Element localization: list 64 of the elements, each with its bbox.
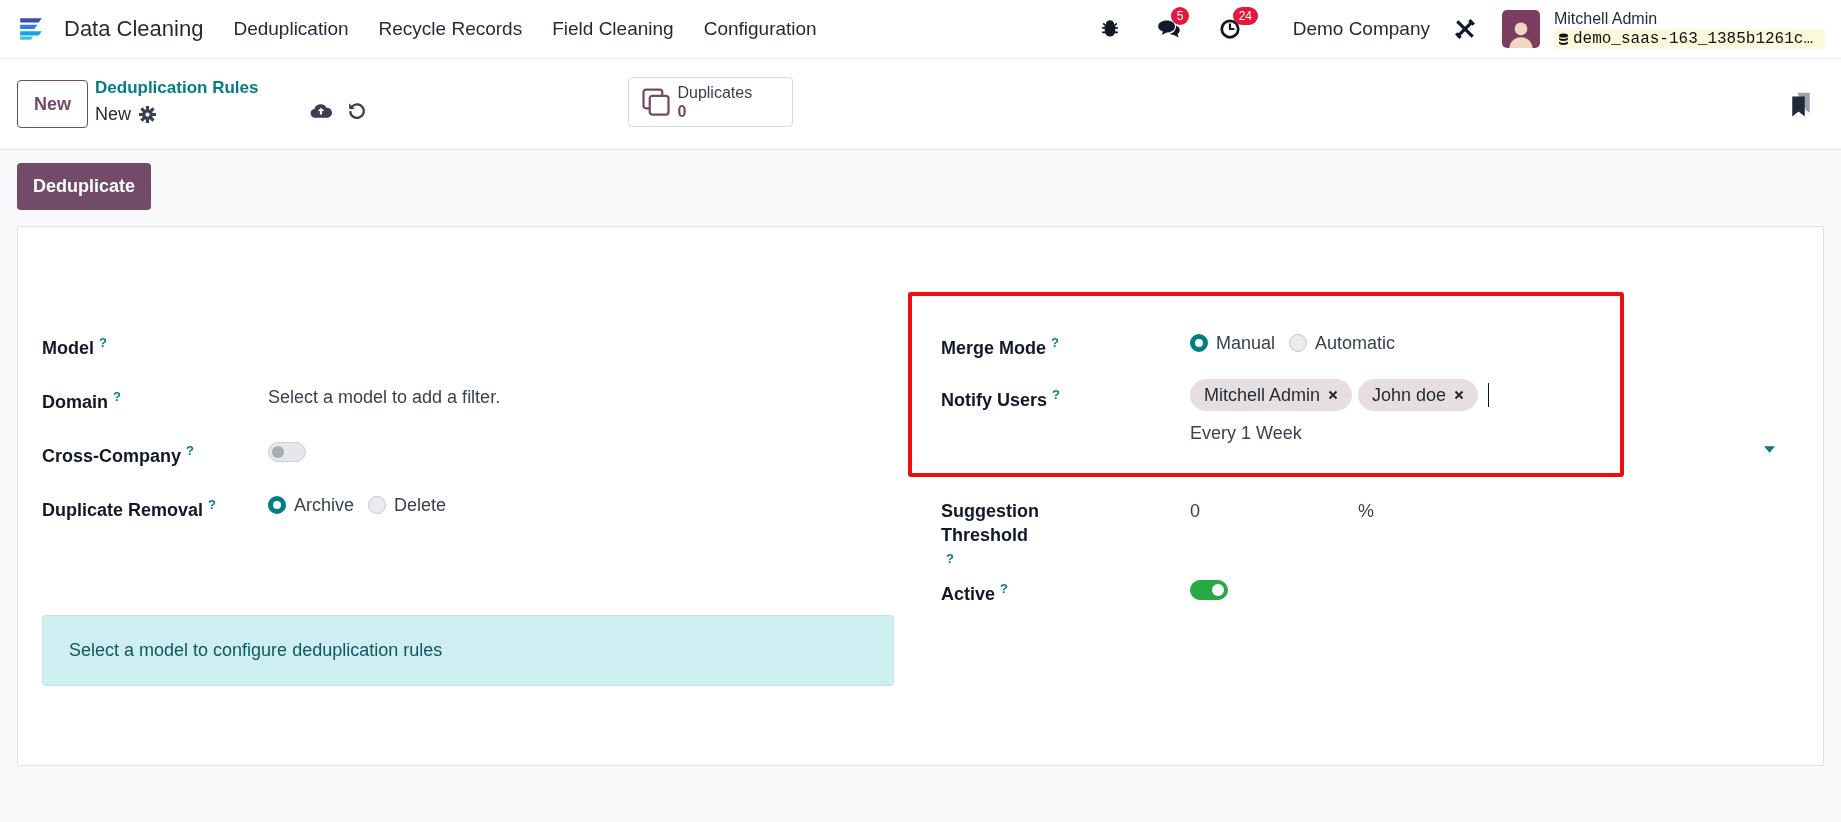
field-value: Select a model to add a filter. <box>268 387 501 407</box>
undo-icon[interactable] <box>348 101 367 119</box>
settings-icon[interactable] <box>139 105 157 123</box>
help-tooltip[interactable]: ? <box>1052 387 1060 402</box>
radio-label[interactable]: Manual <box>1216 331 1276 355</box>
dropdown-caret-icon[interactable] <box>1764 446 1775 453</box>
field-label: Suggestion Threshold <box>941 500 1040 547</box>
record-name: New <box>95 103 132 126</box>
help-tooltip[interactable]: ? <box>946 551 954 566</box>
field-label: Cross-Company <box>42 445 182 468</box>
help-tooltip[interactable]: ? <box>1000 581 1008 596</box>
help-tooltip[interactable]: ? <box>208 497 216 512</box>
app-logo-icon[interactable] <box>18 17 44 41</box>
radio-label[interactable]: Automatic <box>1315 331 1396 355</box>
breadcrumb-link[interactable]: Deduplication Rules <box>95 75 259 101</box>
toggle-switch[interactable] <box>1190 580 1228 600</box>
database-name: demo_saas-163_1385b1261c… <box>1553 29 1825 49</box>
field-label: Merge Mode <box>941 337 1046 360</box>
percent-unit: % <box>1358 500 1374 523</box>
field-label: Active <box>941 583 996 606</box>
threshold-value[interactable]: 0 <box>1190 499 1358 577</box>
menu-item[interactable]: Configuration <box>703 18 817 40</box>
user-tag: John doe <box>1358 379 1479 411</box>
field-label: Notify Users <box>941 389 1048 412</box>
radio-button[interactable] <box>1289 334 1308 352</box>
field-label: Duplicate Removal <box>42 499 204 522</box>
notification-badge: 5 <box>1170 7 1190 25</box>
help-tooltip[interactable]: ? <box>1051 335 1059 350</box>
notification-badge: 24 <box>1232 7 1259 25</box>
user-tag: Mitchell Admin <box>1190 379 1353 411</box>
text-cursor[interactable] <box>1488 383 1490 407</box>
menu-item[interactable]: Deduplication <box>233 18 349 40</box>
chat-icon[interactable] <box>1156 18 1181 40</box>
field-label: Model <box>42 337 94 360</box>
company-switcher[interactable]: Demo Company <box>1292 18 1430 40</box>
radio-button[interactable] <box>268 496 286 514</box>
remove-tag-icon[interactable] <box>1328 390 1339 400</box>
help-tooltip[interactable]: ? <box>186 443 194 458</box>
user-name[interactable]: Mitchell Admin <box>1553 9 1825 29</box>
info-alert: Select a model to configure deduplication rules <box>42 615 894 686</box>
radio-button[interactable] <box>368 496 387 514</box>
database-icon <box>1557 33 1569 45</box>
remove-tag-icon[interactable] <box>1454 390 1465 400</box>
bug-icon[interactable] <box>1100 20 1119 38</box>
tools-icon[interactable] <box>1453 18 1476 40</box>
new-button[interactable]: New <box>17 80 88 128</box>
deduplicate-button[interactable]: Deduplicate <box>17 163 152 210</box>
menu-item[interactable]: Recycle Records <box>378 18 523 40</box>
toggle-switch[interactable] <box>268 442 306 462</box>
user-avatar[interactable] <box>1501 10 1540 48</box>
copy-icon <box>641 87 672 117</box>
help-tooltip[interactable]: ? <box>99 335 107 350</box>
app-name[interactable]: Data Cleaning <box>64 16 204 42</box>
menu-item[interactable]: Field Cleaning <box>552 18 674 40</box>
duplicates-smart-button[interactable]: Duplicates 0 <box>628 77 794 127</box>
radio-label[interactable]: Archive <box>294 493 355 517</box>
bookmark-icon[interactable] <box>1791 91 1811 117</box>
help-tooltip[interactable]: ? <box>113 389 121 404</box>
cloud-upload-icon[interactable] <box>310 101 333 119</box>
field-label: Domain <box>42 391 108 414</box>
clock-icon[interactable] <box>1218 18 1241 40</box>
radio-button[interactable] <box>1190 334 1208 352</box>
radio-label[interactable]: Delete <box>394 493 447 517</box>
frequency-text: Every 1 Week <box>1190 422 1303 445</box>
